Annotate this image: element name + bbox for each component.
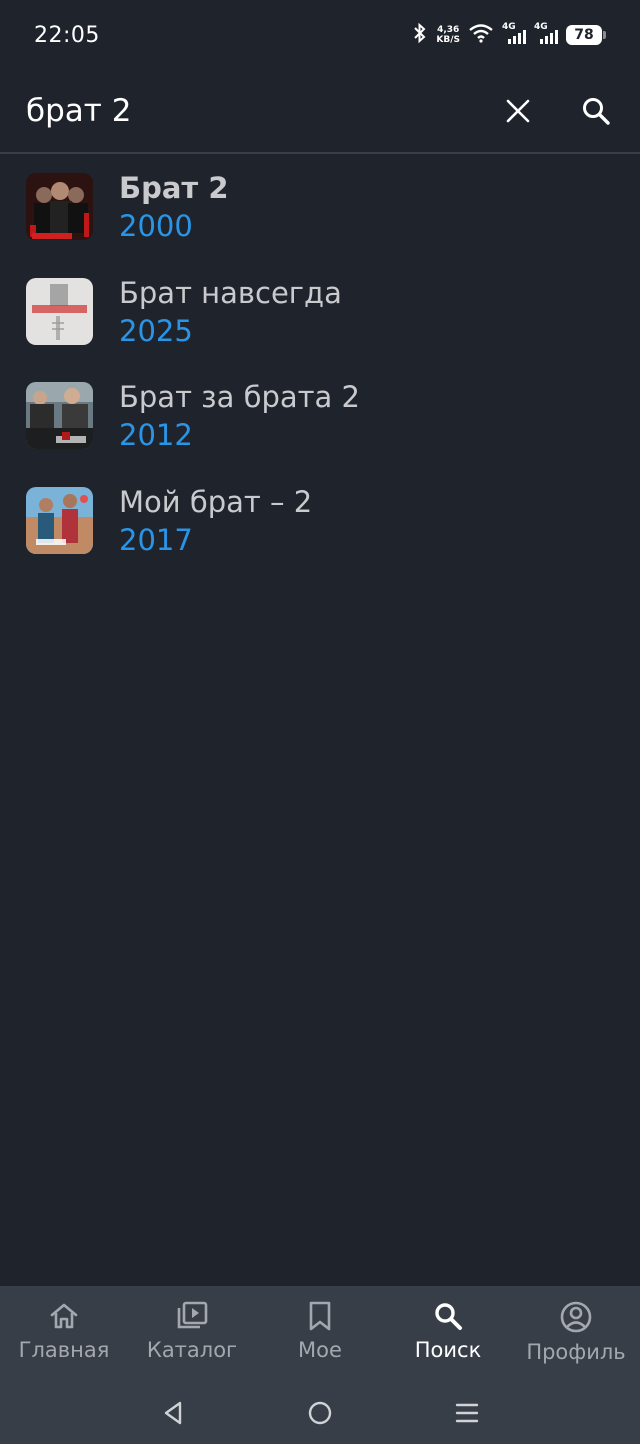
battery-level: 78 xyxy=(566,25,602,45)
bluetooth-icon xyxy=(412,22,428,48)
nav-label: Главная xyxy=(18,1338,110,1362)
result-year: 2012 xyxy=(119,418,193,452)
result-title: Брат 2 xyxy=(119,171,229,205)
status-icons: 4,36 KB/S 4G 4G 78 xyxy=(412,22,606,48)
nav-label: Профиль xyxy=(526,1340,626,1364)
poster-thumbnail xyxy=(26,486,93,554)
cell-signal-2: 4G xyxy=(534,22,558,46)
bottom-navigation: Главная Каталог Мое Поиск Профиль xyxy=(0,1286,640,1382)
nav-item-search[interactable]: Поиск xyxy=(384,1286,512,1382)
result-item[interactable]: Брат 2 2000 xyxy=(0,170,640,275)
poster-thumbnail xyxy=(26,382,93,449)
close-icon xyxy=(506,99,530,123)
network-speed: 4,36 KB/S xyxy=(436,25,460,45)
system-navigation xyxy=(0,1382,640,1444)
nav-item-my[interactable]: Мое xyxy=(256,1286,384,1382)
result-title: Брат за брата 2 xyxy=(119,380,360,414)
nav-label: Мое xyxy=(298,1338,342,1362)
wifi-icon xyxy=(468,23,494,47)
network-speed-unit: KB/S xyxy=(436,35,460,45)
cell-signal-1: 4G xyxy=(502,22,526,46)
nav-label: Поиск xyxy=(414,1338,482,1362)
result-item[interactable]: Брат навсегда 2025 xyxy=(0,275,640,380)
back-triangle-icon xyxy=(165,1401,182,1425)
system-back-button[interactable] xyxy=(149,1389,197,1437)
nav-item-catalog[interactable]: Каталог xyxy=(128,1286,256,1382)
nav-label: Каталог xyxy=(146,1338,238,1362)
search-bar xyxy=(0,70,640,154)
catalog-icon xyxy=(177,1301,208,1329)
search-results: Брат 2 2000 Брат навсегда 2025 Брат за б… xyxy=(0,170,640,588)
result-item[interactable]: Брат за брата 2 2012 xyxy=(0,379,640,484)
search-input[interactable] xyxy=(26,93,490,129)
result-title: Брат навсегда xyxy=(119,275,342,310)
clear-button[interactable] xyxy=(490,83,546,139)
system-menu-button[interactable] xyxy=(443,1389,491,1437)
search-icon xyxy=(435,1303,462,1330)
bookmark-icon xyxy=(309,1301,331,1331)
nav-item-home[interactable]: Главная xyxy=(0,1286,128,1382)
result-year: 2025 xyxy=(119,313,193,348)
profile-icon xyxy=(560,1301,592,1333)
poster-thumbnail xyxy=(26,277,93,345)
nav-item-profile[interactable]: Профиль xyxy=(512,1286,640,1382)
battery-icon: 78 xyxy=(566,25,606,45)
home-circle-icon xyxy=(308,1401,332,1425)
status-bar: 22:05 4,36 KB/S 4G 4G 78 xyxy=(0,0,640,70)
network-speed-value: 4,36 xyxy=(437,25,460,35)
poster-thumbnail xyxy=(26,173,93,240)
search-icon xyxy=(583,98,610,125)
result-title: Мой брат – 2 xyxy=(119,484,313,519)
system-home-button[interactable] xyxy=(296,1389,344,1437)
result-item[interactable]: Мой брат – 2 2017 xyxy=(0,484,640,589)
result-year: 2000 xyxy=(119,209,193,243)
result-year: 2017 xyxy=(119,522,193,557)
status-time: 22:05 xyxy=(34,22,100,48)
search-button[interactable] xyxy=(568,83,624,139)
home-icon xyxy=(50,1303,78,1329)
menu-icon xyxy=(455,1403,478,1423)
